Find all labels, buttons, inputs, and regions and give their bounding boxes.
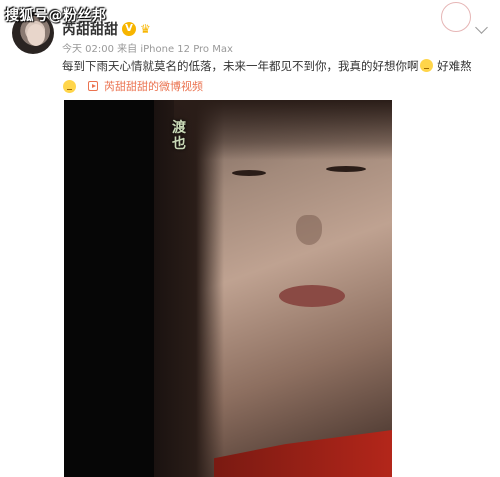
video-title-overlay: 渡也 [172,120,186,152]
video-link[interactable]: 芮甜甜甜的微博视频 [104,78,203,94]
verify-icon: V [122,22,136,36]
chevron-down-icon[interactable] [475,21,488,34]
stamp-icon [441,2,471,32]
post-text-part1: 每到下雨天心情就莫名的低落，未来一年都见不到你，我真的好想你啊 [62,59,419,73]
video-player[interactable]: 渡也 [64,100,392,477]
video-nose [296,215,322,245]
play-icon [88,81,98,91]
video-mouth [279,285,345,307]
watermark: 搜狐号@粉丝邦 [5,8,107,24]
video-link-row: 芮甜甜甜的微博视频 [62,78,203,94]
sad-emoji-icon [419,59,433,72]
crown-icon: ♛ [140,22,151,36]
video-eye-left [232,170,266,176]
post-meta: 今天 02:00 来自 iPhone 12 Pro Max [62,44,233,55]
avatar-face [27,24,45,46]
sad-emoji-icon [63,79,76,93]
post-text-part2: 好难熬 [437,59,472,73]
post-text: 每到下雨天心情就莫名的低落，未来一年都见不到你，我真的好想你啊 好难熬 [62,57,492,76]
video-hair-top [174,100,392,160]
video-eye-right [326,166,366,172]
